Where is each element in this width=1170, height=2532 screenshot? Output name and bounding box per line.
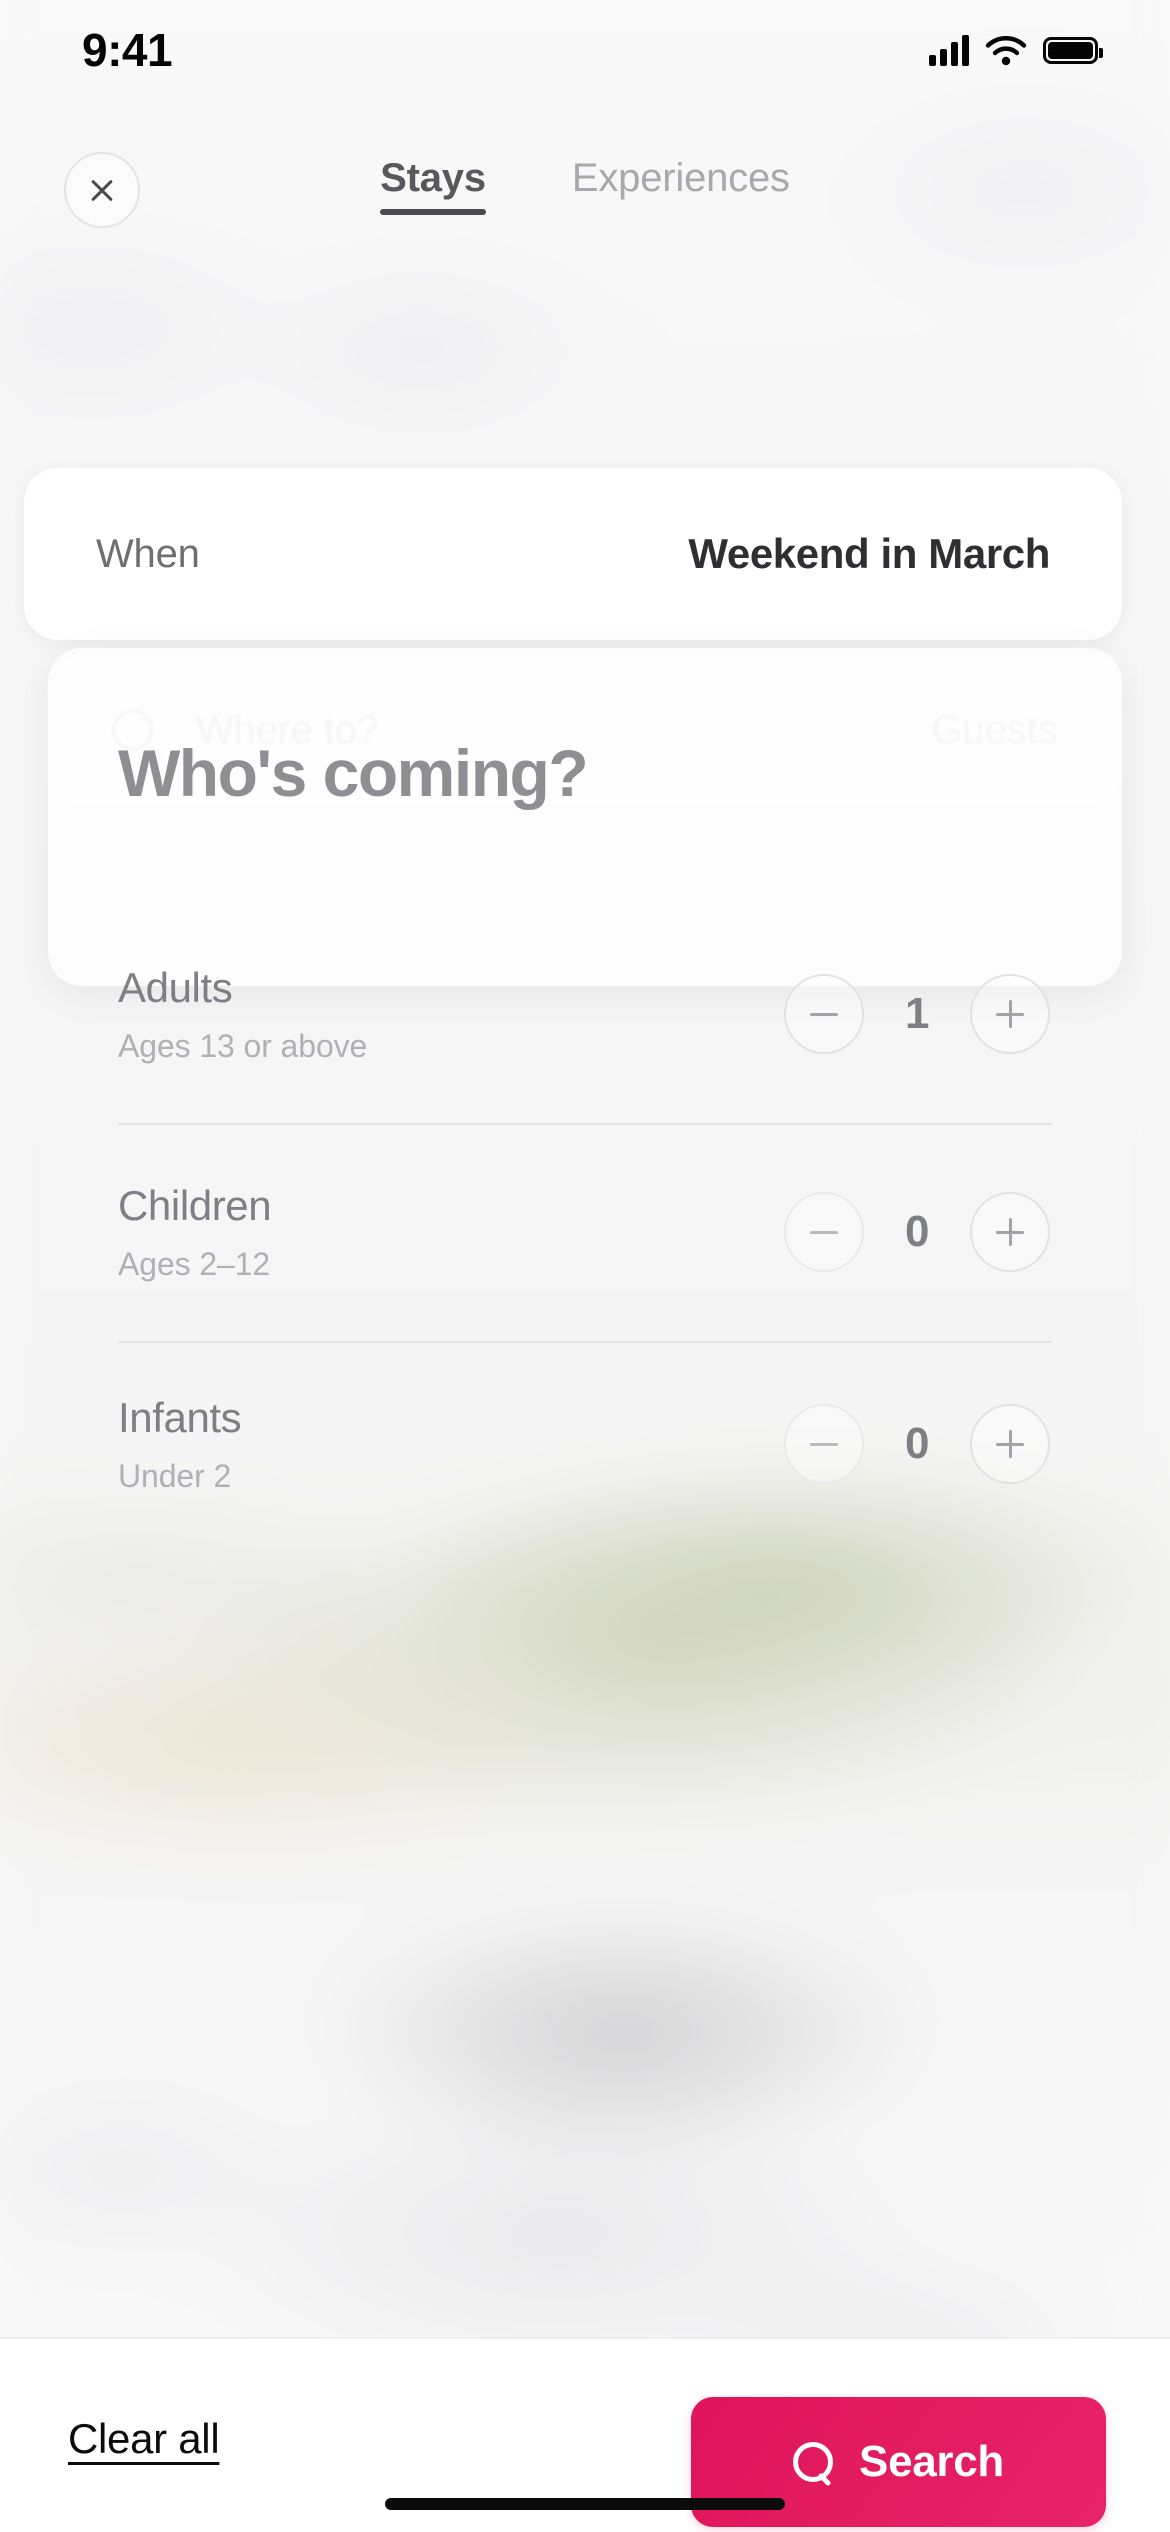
cellular-signal-icon (929, 34, 969, 66)
battery-full-icon (1043, 36, 1103, 64)
decrease-adults-button[interactable] (784, 974, 864, 1054)
guest-name: Infants (118, 1393, 242, 1441)
plus-icon (996, 1430, 1024, 1458)
guest-text: Infants Under 2 (118, 1393, 242, 1495)
tab-stays[interactable]: Stays (378, 150, 488, 221)
guests-ghost-label: Guests (931, 707, 1058, 752)
clear-all-button[interactable]: Clear all (68, 2397, 220, 2463)
children-stepper: 0 (784, 1192, 1050, 1272)
guest-row-children: Children Ages 2–12 0 (48, 1123, 1122, 1341)
when-label: When (96, 531, 200, 576)
children-count: 0 (905, 1207, 929, 1256)
minus-icon (810, 1000, 838, 1028)
when-value: Weekend in March (688, 530, 1050, 577)
guest-text: Adults Ages 13 or above (118, 964, 367, 1065)
tab-bar: Stays Experiences (0, 150, 1170, 221)
search-icon (793, 2442, 834, 2482)
tab-experiences[interactable]: Experiences (570, 150, 792, 221)
guest-row-adults: Adults Ages 13 or above 1 (48, 905, 1122, 1123)
guest-name: Children (118, 1181, 272, 1229)
tab-active-indicator (380, 209, 486, 215)
status-bar: 9:41 (0, 0, 1170, 100)
guest-text: Children Ages 2–12 (118, 1181, 272, 1283)
minus-icon (810, 1430, 838, 1458)
guests-list: Adults Ages 13 or above 1 Children Ages … (48, 905, 1122, 1547)
tab-experiences-label: Experiences (571, 156, 790, 200)
infants-stepper: 0 (784, 1404, 1050, 1484)
guest-subtitle: Ages 13 or above (118, 1027, 368, 1064)
decrease-infants-button[interactable] (784, 1404, 864, 1484)
search-button-label: Search (859, 2437, 1004, 2486)
guest-row-infants: Infants Under 2 0 (48, 1341, 1122, 1547)
wifi-icon (985, 35, 1027, 65)
increase-infants-button[interactable] (970, 1404, 1050, 1484)
app-screen: 9:41 Stays Experiences Where to? Guests … (0, 0, 1170, 2532)
top-navigation: Stays Experiences (0, 150, 1170, 270)
increase-adults-button[interactable] (970, 974, 1050, 1054)
when-card[interactable]: When Weekend in March (24, 468, 1122, 640)
plus-icon (996, 1218, 1024, 1246)
minus-icon (810, 1218, 838, 1246)
guest-subtitle: Ages 2–12 (118, 1245, 271, 1282)
status-time: 9:41 (82, 24, 173, 76)
decrease-children-button[interactable] (784, 1192, 864, 1272)
tab-stays-label: Stays (380, 156, 486, 200)
plus-icon (996, 1000, 1024, 1028)
adults-count: 1 (905, 989, 929, 1038)
home-indicator (385, 2498, 785, 2510)
guest-name: Adults (118, 963, 233, 1011)
adults-stepper: 1 (784, 974, 1050, 1054)
status-icons (929, 34, 1103, 66)
guest-subtitle: Under 2 (118, 1457, 232, 1494)
guests-title: Who's coming? (118, 736, 589, 810)
infants-count: 0 (905, 1419, 929, 1468)
increase-children-button[interactable] (970, 1192, 1050, 1272)
